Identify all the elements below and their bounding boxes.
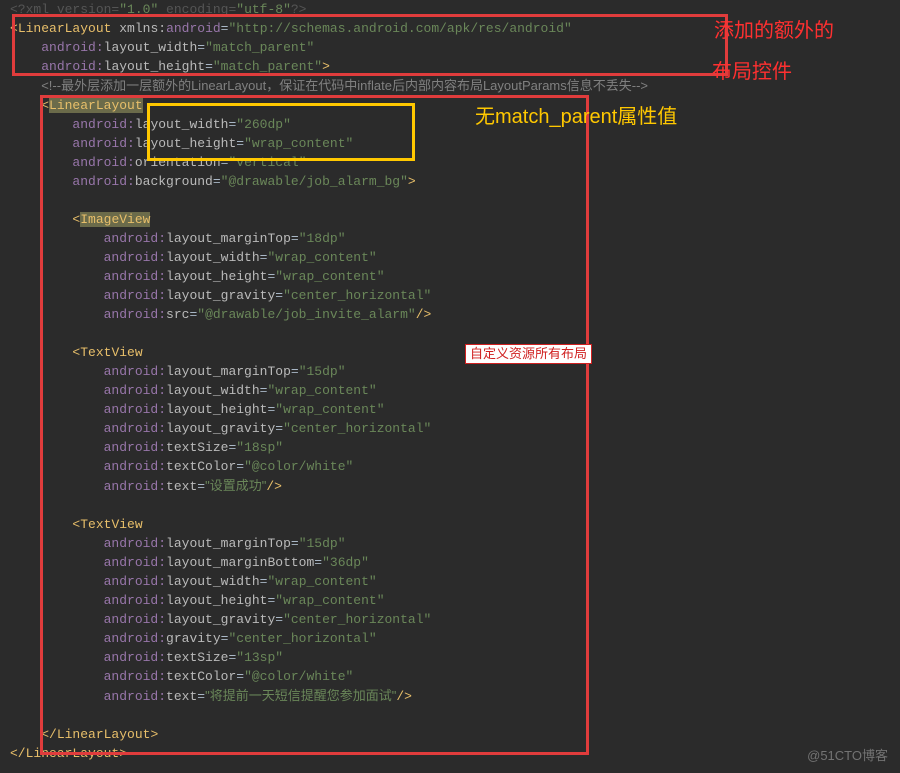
xml-comment: <!--最外层添加一层额外的LinearLayout，保证在代码中inflate… — [41, 78, 648, 93]
code-block: <?xml version="1.0" encoding="utf-8"?> <… — [0, 0, 900, 763]
